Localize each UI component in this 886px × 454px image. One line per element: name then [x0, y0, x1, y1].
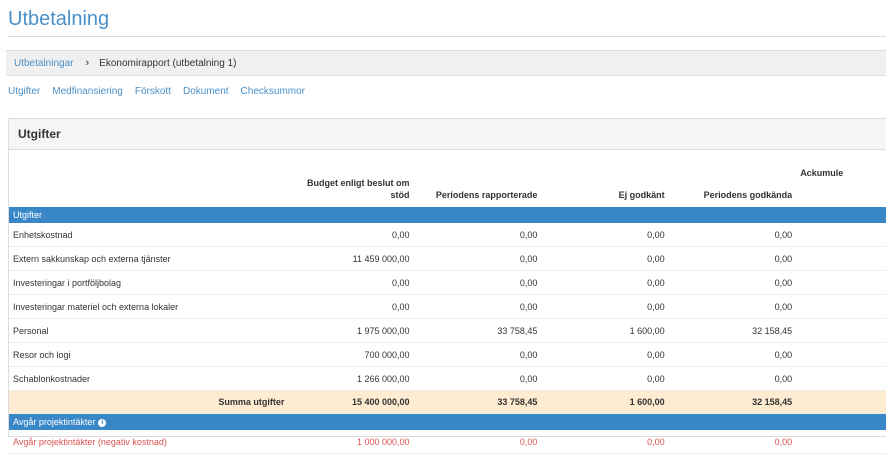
expenses-table: Budget enligt beslut om stöd Periodens r… [9, 161, 886, 454]
cell-approved: 32 158,45 [672, 318, 801, 343]
table-row: Investeringar i portföljbolag 0,00 0,00 … [9, 270, 886, 295]
header-budget: Budget enligt beslut om stöd [292, 161, 417, 207]
cell-reported: 0,00 [417, 223, 546, 247]
tab-utgifter[interactable]: Utgifter [8, 86, 40, 97]
cell-budget: 1 000 000,00 [292, 430, 418, 454]
tab-forskott[interactable]: Förskott [135, 86, 171, 97]
table-row: Resor och logi 700 000,00 0,00 0,00 0,00 [9, 342, 886, 367]
cell-budget: 700 000,00 [292, 342, 418, 367]
header-approved: Periodens godkända [703, 190, 793, 200]
sum-label: Summa utgifter [9, 390, 293, 414]
cell-reported: 0,00 [417, 430, 546, 454]
cell-approved: 0,00 [672, 270, 801, 295]
cell-budget: 0,00 [292, 294, 418, 319]
section-row-expenses: Utgifter [9, 207, 886, 223]
cell-rejected: 0,00 [545, 342, 673, 367]
cell-approved: 0,00 [672, 246, 801, 271]
cell-budget: 0,00 [292, 270, 418, 295]
section-row-income: Avgår projektintäkter i [9, 413, 886, 430]
header-rejected: Ej godkänt [618, 190, 665, 200]
cell-approved: 0,00 [672, 430, 801, 454]
table-row: Schablonkostnader 1 266 000,00 0,00 0,00… [9, 366, 886, 391]
breadcrumb: Utbetalningar › Ekonomirapport (utbetaln… [6, 50, 886, 76]
table-header-row: Budget enligt beslut om stöd Periodens r… [9, 161, 886, 207]
row-label: Personal [9, 318, 293, 343]
row-label: Schablonkostnader [9, 366, 293, 391]
table-row: Enhetskostnad 0,00 0,00 0,00 0,00 [9, 223, 886, 247]
section-label-income: Avgår projektintäkter i [9, 413, 886, 430]
table-row: Investeringar materiel och externa lokal… [9, 294, 886, 319]
cell-approved: 0,00 [672, 294, 801, 319]
table-row-income: Avgår projektintäkter (negativ kostnad) … [9, 430, 886, 454]
cell-rejected: 0,00 [545, 270, 673, 295]
page-title: Utbetalning [8, 8, 110, 30]
cell-rejected: 1 600,00 [545, 318, 673, 343]
title-divider [8, 36, 886, 37]
row-label: Enhetskostnad [9, 223, 293, 247]
cell-approved: 0,00 [672, 223, 801, 247]
cell-reported: 33 758,45 [417, 318, 546, 343]
header-budget-line2: stöd [390, 190, 410, 200]
cell-rejected: 0,00 [545, 246, 673, 271]
cell-accumulated [800, 246, 886, 271]
cell-approved: 0,00 [672, 342, 801, 367]
cell-reported: 0,00 [417, 270, 546, 295]
tab-bar: Utgifter Medfinansiering Förskott Dokume… [8, 86, 317, 97]
info-icon[interactable]: i [98, 418, 107, 427]
sum-approved: 32 158,45 [672, 390, 801, 414]
sum-budget: 15 400 000,00 [292, 390, 418, 414]
row-label: Investeringar i portföljbolag [9, 270, 293, 295]
sum-row: Summa utgifter 15 400 000,00 33 758,45 1… [9, 390, 886, 414]
cell-reported: 0,00 [417, 342, 546, 367]
header-reported: Periodens rapporterade [435, 190, 538, 200]
sum-reported: 33 758,45 [417, 390, 546, 414]
cell-accumulated [800, 270, 886, 295]
row-label: Avgår projektintäkter (negativ kostnad) [9, 430, 293, 454]
section-income-label: Avgår projektintäkter [13, 417, 96, 427]
tab-medfinansiering[interactable]: Medfinansiering [52, 86, 123, 97]
tab-checksummor[interactable]: Checksummor [241, 86, 305, 97]
breadcrumb-link-utbetalningar[interactable]: Utbetalningar [14, 58, 73, 69]
breadcrumb-separator: › [85, 57, 90, 69]
cell-budget: 1 975 000,00 [292, 318, 418, 343]
cell-rejected: 0,00 [545, 430, 673, 454]
table-row: Extern sakkunskap och externa tjänster 1… [9, 246, 886, 271]
cell-reported: 0,00 [417, 366, 546, 391]
cell-reported: 0,00 [417, 294, 546, 319]
cell-rejected: 0,00 [545, 294, 673, 319]
row-label: Investeringar materiel och externa lokal… [9, 294, 293, 319]
cell-reported: 0,00 [417, 246, 546, 271]
row-label: Extern sakkunskap och externa tjänster [9, 246, 293, 271]
sum-rejected: 1 600,00 [545, 390, 673, 414]
cell-accumulated [800, 294, 886, 319]
header-category [9, 161, 292, 207]
tab-dokument[interactable]: Dokument [183, 86, 229, 97]
breadcrumb-current: Ekonomirapport (utbetalning 1) [99, 57, 237, 69]
cell-rejected: 0,00 [545, 223, 673, 247]
cell-accumulated [800, 318, 886, 343]
cell-budget: 0,00 [292, 223, 418, 247]
cell-approved: 0,00 [672, 366, 801, 391]
expenses-panel: Utgifter Budget enligt beslut om stöd Pe… [8, 118, 886, 454]
header-budget-line1: Budget enligt beslut om [307, 178, 410, 188]
cell-rejected: 0,00 [545, 366, 673, 391]
cell-budget: 11 459 000,00 [292, 246, 418, 271]
sum-accumulated [800, 390, 886, 414]
panel-title: Utgifter [9, 119, 886, 150]
row-label: Resor och logi [9, 342, 293, 367]
cell-accumulated [800, 342, 886, 367]
table-row: Personal 1 975 000,00 33 758,45 1 600,00… [9, 318, 886, 343]
section-label: Utgifter [9, 207, 886, 223]
cell-accumulated [800, 430, 886, 454]
cell-budget: 1 266 000,00 [292, 366, 418, 391]
header-accumulated: Ackumule [800, 168, 844, 178]
cell-accumulated [800, 366, 886, 391]
cell-accumulated [800, 223, 886, 247]
